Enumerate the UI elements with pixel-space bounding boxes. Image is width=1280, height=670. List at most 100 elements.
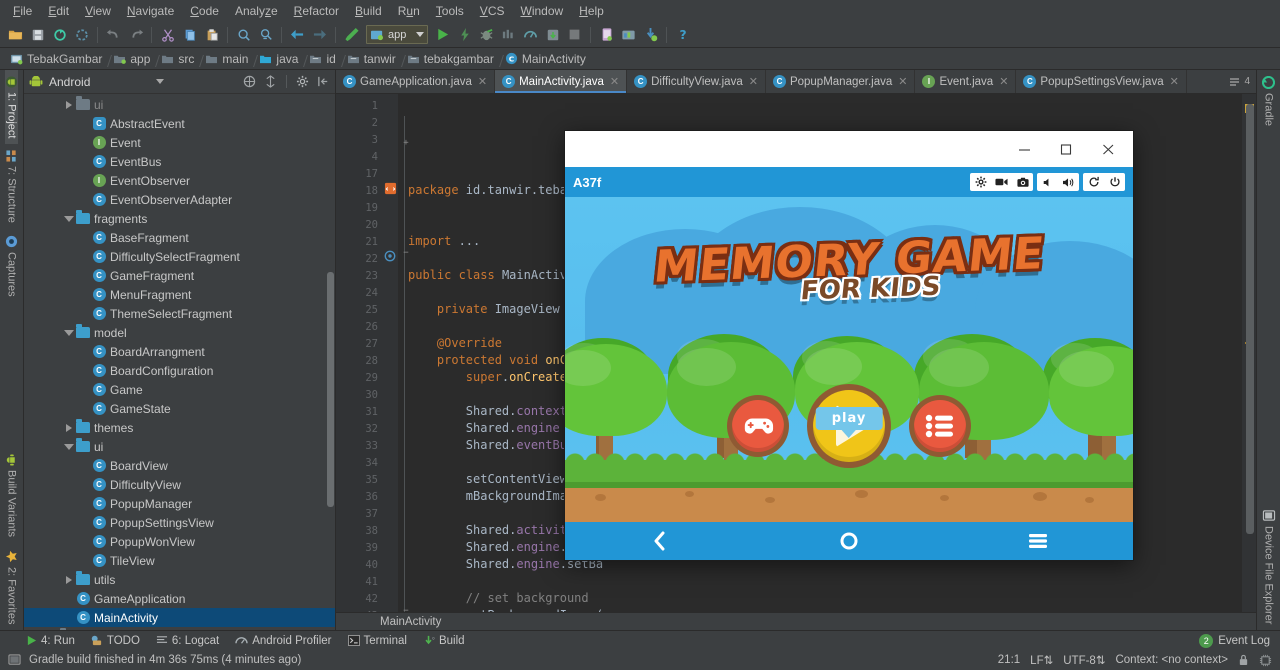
expand-selection-icon[interactable] — [263, 74, 278, 89]
breadcrumb-tanwir[interactable]: tanwir — [343, 52, 403, 66]
sdk-manager-icon[interactable] — [618, 24, 639, 45]
tree-node-ui[interactable]: ui — [24, 95, 335, 114]
camera-icon[interactable] — [1012, 173, 1033, 191]
close-icon[interactable]: ✕ — [898, 75, 907, 88]
project-tree-scrollbar[interactable] — [327, 272, 334, 507]
close-icon[interactable]: ✕ — [610, 75, 619, 88]
tree-arrow[interactable] — [62, 329, 75, 336]
minimize-icon[interactable] — [1003, 134, 1045, 164]
nav-home-button[interactable] — [814, 526, 884, 556]
tool-window-android-profiler[interactable]: Android Profiler — [235, 635, 332, 647]
tree-node-eventobserveradapter[interactable]: C EventObserverAdapter — [24, 190, 335, 209]
rail-item-gradle[interactable]: Gradle — [1262, 70, 1275, 132]
tree-node-difficultyview[interactable]: C DifficultyView — [24, 475, 335, 494]
tree-node-boardarrangment[interactable]: C BoardArrangment — [24, 342, 335, 361]
fold-method-icon[interactable]: − — [399, 248, 413, 258]
apply-changes-icon[interactable] — [454, 24, 475, 45]
file-encoding[interactable]: UTF-8⇅ — [1063, 653, 1105, 667]
debug-icon[interactable] — [476, 24, 497, 45]
chevron-down-icon[interactable] — [156, 79, 165, 84]
breadcrumb-main[interactable]: main — [201, 52, 255, 66]
close-icon[interactable]: ✕ — [749, 75, 758, 88]
power-icon[interactable] — [1104, 173, 1125, 191]
override-marker-icon[interactable] — [384, 250, 396, 262]
tree-node-basefragment[interactable]: C BaseFragment — [24, 228, 335, 247]
rail-item-device-file-explorer[interactable]: Device File Explorer — [1262, 503, 1275, 630]
breadcrumb-src[interactable]: src — [157, 52, 201, 66]
menu-item-code[interactable]: Code — [183, 2, 226, 20]
close-icon[interactable]: ✕ — [1170, 75, 1179, 88]
editor-tab-popupsettingsview[interactable]: C PopupSettingsView.java ✕ — [1016, 70, 1187, 93]
tree-node-fragments[interactable]: fragments — [24, 209, 335, 228]
close-icon[interactable]: ✕ — [478, 75, 487, 88]
volume-down-icon[interactable] — [1037, 173, 1058, 191]
save-all-icon[interactable] — [27, 24, 48, 45]
profiler-icon[interactable] — [520, 24, 541, 45]
chevron-down-icon[interactable] — [416, 32, 425, 37]
stop-icon[interactable] — [564, 24, 585, 45]
menu-item-run[interactable]: Run — [391, 2, 427, 20]
tree-node-tileview[interactable]: C TileView — [24, 551, 335, 570]
module-selector[interactable]: app — [366, 25, 429, 44]
line-separator[interactable]: LF⇅ — [1030, 653, 1053, 667]
tree-node-popupwonview[interactable]: C PopupWonView — [24, 532, 335, 551]
run-icon[interactable] — [432, 24, 453, 45]
tool-window-6-logcat[interactable]: 6: Logcat — [156, 635, 219, 647]
maximize-icon[interactable] — [1045, 134, 1087, 164]
tree-node-popupsettingsview[interactable]: C PopupSettingsView — [24, 513, 335, 532]
gutter-marks[interactable] — [384, 94, 398, 612]
build-hammer-icon[interactable] — [341, 24, 362, 45]
rail-item-2-favorites[interactable]: 2: Favorites — [5, 544, 18, 630]
breadcrumb-id[interactable]: id — [305, 52, 342, 66]
emulator-window[interactable]: A37f MEMORY GAME FOR KIDS play — [565, 131, 1133, 560]
tree-node-gamefragment[interactable]: C GameFragment — [24, 266, 335, 285]
collapse-all-icon[interactable] — [242, 74, 257, 89]
tree-node-ui[interactable]: ui — [24, 437, 335, 456]
volume-up-icon[interactable] — [1058, 173, 1079, 191]
rail-item-build-variants[interactable]: Build Variants — [5, 448, 18, 543]
sync-gradle-icon[interactable] — [542, 24, 563, 45]
editor-scrollbar[interactable] — [1246, 104, 1254, 534]
editor-tab-popupmanager[interactable]: C PopupManager.java ✕ — [766, 70, 916, 93]
rail-item-1-project[interactable]: 1: Project — [5, 70, 18, 145]
menu-item-tools[interactable]: Tools — [429, 2, 471, 20]
menu-item-vcs[interactable]: VCS — [473, 2, 512, 20]
close-icon[interactable]: ✕ — [999, 75, 1008, 88]
editor-tab-event[interactable]: I Event.java ✕ — [915, 70, 1017, 93]
tree-node-eventbus[interactable]: C EventBus — [24, 152, 335, 171]
find-replace-icon[interactable] — [255, 24, 276, 45]
project-tree[interactable]: ui C AbstractEvent I Event C EventBus I EventObs… — [24, 94, 335, 630]
lock-icon[interactable] — [1238, 654, 1249, 666]
tree-node-event[interactable]: I Event — [24, 133, 335, 152]
tree-arrow[interactable] — [62, 215, 75, 222]
nav-back-button[interactable] — [625, 526, 695, 556]
tree-node-boardview[interactable]: C BoardView — [24, 456, 335, 475]
cut-icon[interactable] — [157, 24, 178, 45]
breadcrumb-java[interactable]: java — [255, 52, 305, 66]
menu-list-button[interactable] — [909, 395, 971, 457]
menu-item-analyze[interactable]: Analyze — [228, 2, 285, 20]
breadcrumb-mainactivity[interactable]: C MainActivity — [501, 52, 593, 66]
nav-recents-button[interactable] — [1003, 526, 1073, 556]
tree-node-gameapplication[interactable]: C GameApplication — [24, 589, 335, 608]
menu-item-window[interactable]: Window — [513, 2, 570, 20]
find-icon[interactable] — [233, 24, 254, 45]
tree-arrow[interactable] — [62, 575, 75, 584]
tree-node-boardconfiguration[interactable]: C BoardConfiguration — [24, 361, 335, 380]
menu-item-refactor[interactable]: Refactor — [287, 2, 346, 20]
tool-window-4-run[interactable]: 4: Run — [26, 635, 75, 647]
memory-indicator-icon[interactable] — [1259, 654, 1272, 667]
gear-icon[interactable] — [295, 74, 310, 89]
menu-item-help[interactable]: Help — [572, 2, 611, 20]
tab-overflow[interactable]: 4 — [1229, 70, 1256, 93]
hide-icon[interactable] — [316, 74, 331, 89]
fold-import-icon[interactable]: + — [399, 138, 413, 148]
undo-icon[interactable] — [103, 24, 124, 45]
tree-node-themeselectfragment[interactable]: C ThemeSelectFragment — [24, 304, 335, 323]
editor-marker-bar[interactable] — [1242, 94, 1256, 612]
event-log-button[interactable]: 2 Event Log — [1199, 634, 1270, 648]
tree-arrow[interactable] — [62, 443, 75, 450]
refresh-icon[interactable] — [71, 24, 92, 45]
tree-node-eventobserver[interactable]: I EventObserver — [24, 171, 335, 190]
tool-window-build[interactable]: 01Build — [423, 635, 465, 647]
